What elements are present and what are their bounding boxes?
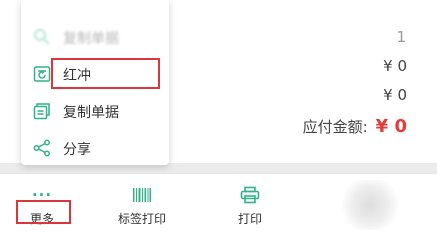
payable-amount: 应付金额: ¥ 0 <box>303 116 407 140</box>
summary-row-value: ¥ 0 <box>383 57 407 75</box>
menu-item-copy-document[interactable]: 复制单据 <box>21 94 169 128</box>
printer-icon <box>210 184 290 206</box>
print-label: 打印 <box>237 212 262 226</box>
summary-row-value: 1 <box>396 28 406 46</box>
payable-value: ¥ 0 <box>375 116 407 137</box>
summary-row-value: ¥ 0 <box>383 86 407 104</box>
copy-document-icon <box>33 102 51 120</box>
menu-item-faded[interactable]: 复制单据 <box>21 20 169 54</box>
share-icon <box>33 139 51 157</box>
barcode-icon <box>102 184 182 206</box>
red-flush-icon <box>33 65 51 83</box>
menu-item-label: 复制单据 <box>63 105 119 121</box>
payable-label: 应付金额: <box>302 118 368 136</box>
print-button[interactable]: 打印 <box>210 180 290 238</box>
red-flush-highlight-box <box>51 58 160 89</box>
more-highlight-box <box>16 200 71 224</box>
label-print-label: 标签打印 <box>117 212 166 226</box>
search-icon <box>33 28 51 46</box>
blurred-toolbar-item <box>340 180 400 230</box>
label-print-button[interactable]: 标签打印 <box>102 180 182 238</box>
menu-item-share[interactable]: 分享 <box>21 131 169 165</box>
menu-item-label: 复制单据 <box>63 31 119 47</box>
more-popup-menu: 复制单据 红冲 复制单据 分享 <box>21 0 169 165</box>
menu-item-label: 分享 <box>63 142 91 158</box>
